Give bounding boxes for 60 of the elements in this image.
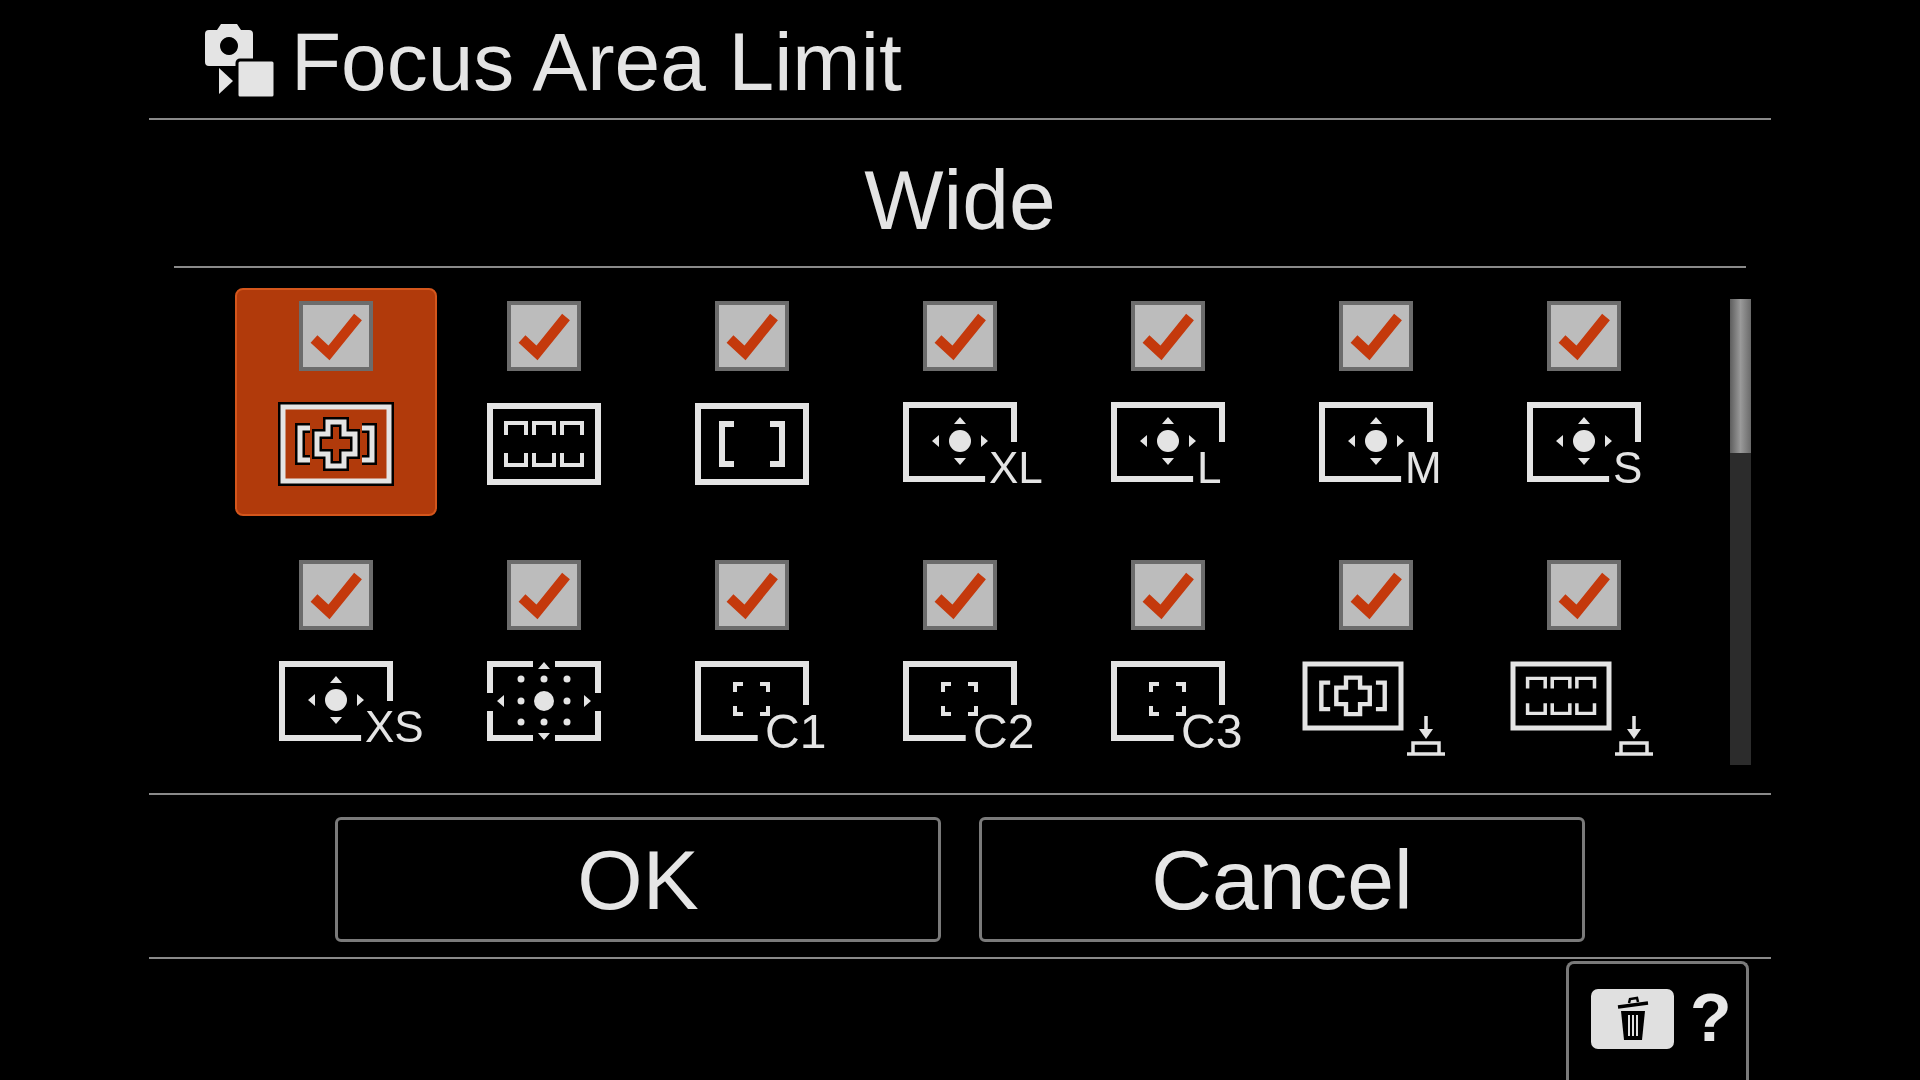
area-label: S bbox=[1613, 446, 1643, 490]
area-label: C2 bbox=[973, 708, 1035, 756]
focus-zone-icon bbox=[486, 402, 602, 486]
help-label: ? bbox=[1690, 983, 1732, 1051]
area-label: XL bbox=[989, 446, 1043, 490]
focus-center-icon bbox=[694, 402, 810, 486]
focus-area-option[interactable]: S bbox=[1483, 288, 1685, 516]
checkbox[interactable] bbox=[923, 560, 997, 630]
checkmark-icon bbox=[1348, 311, 1404, 361]
checkbox[interactable] bbox=[715, 301, 789, 371]
checkmark-icon bbox=[308, 570, 364, 620]
area-label: C3 bbox=[1181, 708, 1243, 756]
checkmark-icon bbox=[932, 311, 988, 361]
ok-button[interactable]: OK bbox=[335, 817, 941, 942]
scrollbar-track[interactable] bbox=[1730, 299, 1751, 765]
checkbox[interactable] bbox=[715, 560, 789, 630]
camera-icon bbox=[205, 24, 277, 100]
checkmark-icon bbox=[1348, 570, 1404, 620]
focus-area-option[interactable]: C3 bbox=[1067, 547, 1269, 775]
checkbox[interactable] bbox=[1547, 301, 1621, 371]
focus-spot-icon bbox=[1111, 402, 1225, 482]
focus-spot-icon bbox=[1527, 402, 1641, 482]
scrollbar-thumb[interactable] bbox=[1730, 299, 1751, 453]
checkbox[interactable] bbox=[507, 301, 581, 371]
checkbox[interactable] bbox=[299, 301, 373, 371]
checkbox[interactable] bbox=[507, 560, 581, 630]
checkmark-icon bbox=[724, 570, 780, 620]
trash-icon bbox=[1591, 989, 1674, 1049]
checkmark-icon bbox=[932, 570, 988, 620]
checkbox[interactable] bbox=[1339, 560, 1413, 630]
focus-area-option[interactable]: XL bbox=[859, 288, 1061, 516]
focus-area-option[interactable]: C1 bbox=[651, 547, 853, 775]
area-label: XS bbox=[365, 705, 424, 749]
menu-title: Focus Area Limit bbox=[291, 16, 902, 108]
checkmark-icon bbox=[1140, 570, 1196, 620]
checkmark-icon bbox=[1556, 570, 1612, 620]
checkmark-icon bbox=[1556, 311, 1612, 361]
mode-title: Wide bbox=[864, 153, 1056, 247]
checkmark-icon bbox=[516, 570, 572, 620]
focus-area-option[interactable]: XS bbox=[235, 547, 437, 775]
focus-expanded-spot-icon bbox=[487, 661, 601, 741]
checkmark-icon bbox=[308, 311, 364, 361]
checkbox[interactable] bbox=[1131, 301, 1205, 371]
cancel-button[interactable]: Cancel bbox=[979, 817, 1585, 942]
area-label: C1 bbox=[765, 708, 827, 756]
focus-area-option[interactable]: M bbox=[1275, 288, 1477, 516]
area-label: L bbox=[1197, 446, 1222, 490]
focus-area-option[interactable]: L bbox=[1067, 288, 1269, 516]
focus-area-option[interactable] bbox=[235, 288, 437, 516]
focus-wide-icon bbox=[278, 402, 394, 486]
checkmark-icon bbox=[516, 311, 572, 361]
checkbox[interactable] bbox=[1547, 560, 1621, 630]
checkmark-icon bbox=[724, 311, 780, 361]
checkbox[interactable] bbox=[1339, 301, 1413, 371]
checkbox[interactable] bbox=[923, 301, 997, 371]
area-label: M bbox=[1405, 446, 1442, 490]
checkmark-icon bbox=[1140, 311, 1196, 361]
checkbox[interactable] bbox=[299, 560, 373, 630]
focus-area-option[interactable]: C2 bbox=[859, 547, 1061, 775]
checkbox[interactable] bbox=[1131, 560, 1205, 630]
